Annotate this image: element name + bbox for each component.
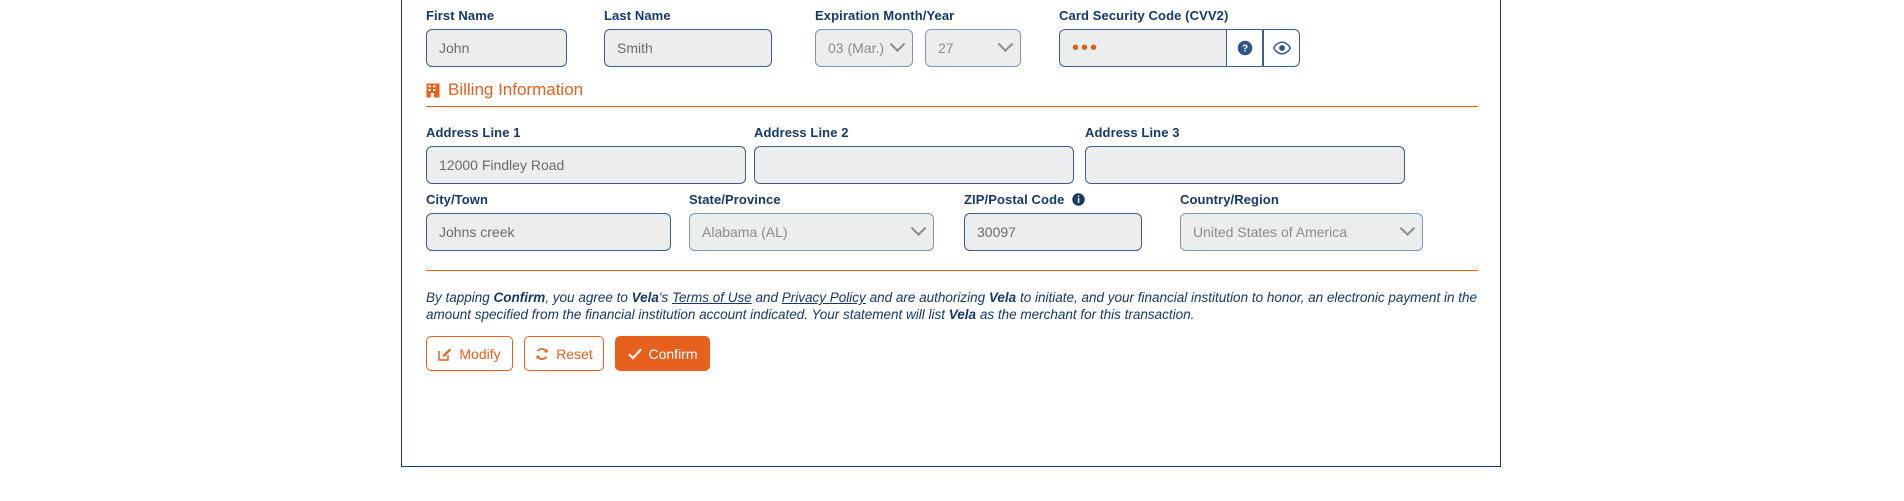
billing-section-divider [426,106,1478,107]
cvv-label: Card Security Code (CVV2) [1059,8,1229,23]
expiration-year-value: 27 [938,40,954,56]
city-label: City/Town [426,192,489,207]
state-field: State/Province Alabama (AL) [689,192,934,251]
refresh-icon [535,347,549,361]
cvv-input[interactable]: ••• [1059,29,1226,67]
legal-brand-2: Vela [988,290,1017,305]
reset-button-label: Reset [556,345,593,362]
address-line-2-input[interactable] [754,146,1074,184]
edit-pencil-icon [438,347,452,361]
reset-button[interactable]: Reset [524,336,604,371]
expiration-month-value: 03 (Mar.) [828,40,885,56]
expiration-label: Expiration Month/Year [815,8,955,23]
confirm-button[interactable]: Confirm [615,336,710,371]
card-details-row: First Name John Last Name Smith Expirati… [426,8,1300,67]
legal-brand-1: Vela [631,290,659,305]
privacy-policy-link[interactable]: Privacy Policy [782,290,866,305]
city-state-zip-row: City/Town Johns creek State/Province Ala… [426,192,1423,251]
last-name-label: Last Name [604,8,671,23]
cvv-reveal-button[interactable] [1263,29,1300,67]
address-line-3-label: Address Line 3 [1085,125,1180,140]
chevron-down-icon [889,35,906,52]
chevron-down-icon [997,35,1014,52]
state-select[interactable]: Alabama (AL) [689,213,934,251]
country-value: United States of America [1193,224,1348,240]
expiration-field: Expiration Month/Year 03 (Mar.) 27 [815,8,1021,67]
address-line-1-field: Address Line 1 12000 Findley Road [426,125,746,184]
billing-section-title: Billing Information [448,80,584,99]
zip-label: ZIP/Postal Code [964,192,1142,207]
form-actions: Modify Reset Confirm [426,336,710,371]
legal-text-2: , you agree to [545,290,632,305]
page-root: First Name John Last Name Smith Expirati… [0,0,1904,501]
confirm-button-label: Confirm [648,345,698,362]
address-line-2-label: Address Line 2 [754,125,849,140]
expiration-year-select[interactable]: 27 [925,29,1021,67]
first-name-field: First Name John [426,8,567,67]
expiration-selects: 03 (Mar.) 27 [815,29,1021,67]
address-lines-row: Address Line 1 12000 Findley Road Addres… [426,125,1405,184]
svg-text:?: ? [1241,44,1247,55]
address-line-1-label: Address Line 1 [426,125,521,140]
state-label: State/Province [689,192,781,207]
chevron-down-icon [1399,219,1416,236]
cvv-input-group: ••• ? [1059,29,1300,67]
payment-form-card: First Name John Last Name Smith Expirati… [401,0,1501,467]
expiration-month-select[interactable]: 03 (Mar.) [815,29,913,67]
cvv-help-button[interactable]: ? [1226,29,1263,67]
country-field: Country/Region United States of America [1180,192,1423,251]
modify-button[interactable]: Modify [426,336,513,371]
question-circle-icon: ? [1237,40,1253,56]
modify-button-label: Modify [459,345,501,362]
cvv-field: Card Security Code (CVV2) ••• ? [1059,8,1300,67]
footer-divider [426,270,1478,271]
terms-of-use-link[interactable]: Terms of Use [672,290,752,305]
check-icon [627,348,642,360]
last-name-input[interactable]: Smith [604,29,772,67]
first-name-label: First Name [426,8,495,23]
country-select[interactable]: United States of America [1180,213,1423,251]
legal-text-4: and [751,290,782,305]
legal-text-1: By tapping [426,290,494,305]
eye-icon [1272,41,1291,55]
last-name-field: Last Name Smith [604,8,772,67]
legal-text-7: as the merchant for this transaction. [976,307,1195,323]
building-icon [426,83,440,98]
city-input[interactable]: Johns creek [426,213,671,251]
address-line-1-input[interactable]: 12000 Findley Road [426,146,746,184]
legal-disclaimer: By tapping Confirm, you agree to Vela's … [426,289,1486,324]
zip-input[interactable]: 30097 [964,213,1142,251]
info-circle-icon[interactable] [1072,193,1085,206]
zip-field: ZIP/Postal Code 30097 [964,192,1142,251]
billing-title-wrap: Billing Information [426,80,1478,106]
billing-section-header: Billing Information [426,80,1478,107]
legal-brand-3: Vela [948,307,977,323]
address-line-3-input[interactable] [1085,146,1405,184]
chevron-down-icon [910,219,927,236]
state-value: Alabama (AL) [702,224,788,240]
address-line-3-field: Address Line 3 [1085,125,1405,184]
zip-label-text: ZIP/Postal Code [964,192,1065,207]
country-label: Country/Region [1180,192,1279,207]
legal-text-3: 's [658,290,672,305]
address-line-2-field: Address Line 2 [754,125,1074,184]
legal-confirm-emphasis: Confirm [493,290,546,305]
first-name-input[interactable]: John [426,29,567,67]
legal-text-5: and are authorizing [865,290,989,305]
city-field: City/Town Johns creek [426,192,671,251]
